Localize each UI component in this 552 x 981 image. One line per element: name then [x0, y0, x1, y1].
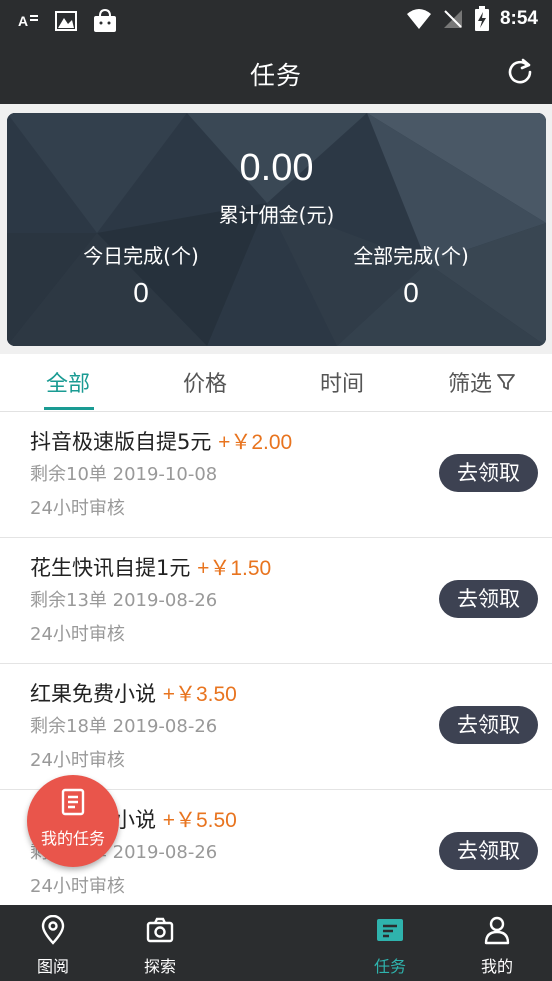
person-icon — [484, 916, 510, 945]
task-price: +￥5.50 — [162, 809, 237, 832]
all-completed: 全部完成(个) 0 — [311, 240, 511, 309]
my-tasks-label: 我的任务 — [40, 829, 105, 848]
tab-filter-label: 筛选 — [448, 372, 493, 397]
total-commission-label: 累计佣金(元) — [218, 203, 335, 227]
tab-time[interactable]: 时间 — [320, 366, 364, 398]
task-title: 花生快讯自提1元 +￥1.50 — [30, 552, 271, 582]
filter-icon — [497, 374, 515, 390]
nav-label: 任务 — [373, 957, 406, 976]
list-item[interactable]: 抖音极速版自提5元 +￥2.00 剩余10单 2019-10-08 24小时审核… — [0, 412, 552, 538]
all-completed-value: 0 — [403, 277, 419, 308]
claim-button[interactable]: 去领取 — [439, 832, 538, 870]
nav-item-explore[interactable]: 探索 — [120, 915, 200, 977]
task-price: +￥1.50 — [197, 557, 272, 580]
claim-button[interactable]: 去领取 — [439, 706, 538, 744]
tab-filter[interactable]: 筛选 — [448, 366, 516, 398]
task-title: 红果免费小说 +￥3.50 — [30, 678, 237, 708]
task-price: +￥3.50 — [162, 683, 237, 706]
task-review: 24小时审核 — [30, 624, 125, 645]
task-name: 抖音极速版自提5元 — [30, 430, 212, 454]
task-list-icon — [61, 788, 85, 816]
tab-all[interactable]: 全部 — [46, 366, 90, 398]
battery-charging-icon — [474, 6, 489, 31]
today-completed: 今日完成(个) 0 — [41, 240, 241, 309]
wifi-icon — [406, 9, 431, 29]
task-meta: 剩余13单 2019-08-26 — [30, 590, 218, 611]
signal-off-icon — [443, 10, 462, 28]
today-completed-value: 0 — [133, 277, 149, 308]
task-review: 24小时审核 — [30, 876, 125, 897]
tab-price[interactable]: 价格 — [183, 366, 227, 398]
refresh-icon[interactable] — [504, 56, 536, 88]
nav-label: 我的 — [480, 957, 513, 976]
task-icon — [377, 919, 403, 941]
claim-button[interactable]: 去领取 — [439, 580, 538, 618]
task-meta: 剩余18单 2019-08-26 — [30, 716, 218, 737]
page-title: 任务 — [249, 61, 302, 90]
status-time: 8:54 — [499, 8, 538, 29]
task-review: 24小时审核 — [30, 498, 125, 519]
app-bar: 任务 — [0, 40, 552, 104]
map-pin-icon — [41, 914, 65, 945]
list-item[interactable]: 花生快讯自提1元 +￥1.50 剩余13单 2019-08-26 24小时审核 … — [0, 538, 552, 664]
list-item[interactable]: 红果免费小说 +￥3.50 剩余18单 2019-08-26 24小时审核 去领… — [0, 664, 552, 790]
my-tasks-fab[interactable]: 我的任务 — [27, 775, 119, 867]
svg-text:A: A — [18, 13, 28, 29]
font-icon: A — [18, 13, 38, 29]
nav-label: 探索 — [143, 957, 176, 976]
total-commission-value: 0.00 — [239, 147, 314, 189]
image-icon — [55, 11, 77, 31]
nav-item-me[interactable]: 我的 — [457, 915, 537, 977]
task-title: 抖音极速版自提5元 +￥2.00 — [30, 426, 292, 456]
task-meta: 剩余10单 2019-10-08 — [30, 464, 218, 485]
all-completed-label: 全部完成(个) — [353, 244, 469, 268]
today-completed-label: 今日完成(个) — [83, 244, 199, 268]
task-price: +￥2.00 — [218, 431, 293, 454]
active-tab-indicator — [44, 407, 94, 410]
task-name: 红果免费小说 — [30, 682, 156, 706]
task-name: 花生快讯自提1元 — [30, 556, 191, 580]
filter-tabs: 全部 价格 时间 筛选 — [0, 354, 552, 412]
earnings-summary-card: 0.00 累计佣金(元) 今日完成(个) 0 全部完成(个) 0 — [7, 113, 546, 346]
shopping-bag-icon — [94, 8, 116, 32]
nav-label: 图阅 — [36, 957, 69, 976]
task-review: 24小时审核 — [30, 750, 125, 771]
claim-button[interactable]: 去领取 — [439, 454, 538, 492]
nav-item-tasks[interactable]: 任务 — [350, 915, 430, 977]
bottom-navigation: 图阅 探索 任务 我的 — [0, 905, 552, 981]
camera-icon — [146, 917, 174, 943]
nav-item-map[interactable]: 图阅 — [13, 914, 93, 977]
status-bar: A 8:54 — [0, 0, 552, 40]
